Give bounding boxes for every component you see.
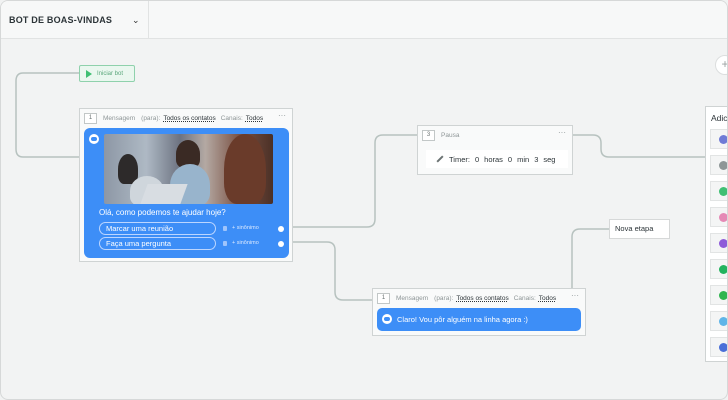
step-type: Mensagem [396, 294, 429, 302]
add-chat-bubble-item[interactable] [710, 337, 727, 357]
card-icon [719, 213, 727, 222]
channels-label: Canais: [220, 114, 243, 122]
step-number: 1 [84, 112, 97, 124]
pause-node[interactable]: 3 Pausa ··· Timer: 0 horas 0 min 3 seg [417, 125, 573, 175]
hours-value: 0 [474, 154, 480, 164]
message-node-header: 1 Mensagem (para): Todos os contatos Can… [373, 289, 585, 307]
to-label: (para): [434, 294, 454, 302]
question-text: Olá, como podemos te ajudar hoje? [99, 208, 226, 217]
edit-icon [719, 187, 727, 196]
bot-avatar-icon [382, 314, 392, 324]
step-type: Mensagem [103, 114, 136, 122]
channels-label: Canais: [513, 294, 536, 302]
output-handle[interactable] [278, 226, 284, 232]
reply-text: Claro! Vou pôr alguém na linha agora :) [397, 315, 528, 324]
to-label: (para): [141, 114, 161, 122]
option-button[interactable]: Faça uma pergunta [99, 237, 216, 250]
channels-link[interactable]: Todos [246, 115, 263, 122]
trash-icon[interactable] [223, 241, 227, 246]
add-step-panel: Adicionar [705, 106, 728, 362]
add-filter-item[interactable] [710, 233, 727, 253]
pencil-icon [436, 155, 444, 163]
message-type-icon [719, 135, 727, 144]
add-edit-item[interactable] [710, 181, 727, 201]
step-number: 3 [422, 129, 435, 141]
code-icon [719, 317, 727, 326]
add-card-item[interactable] [710, 207, 727, 227]
add-check-item[interactable] [710, 259, 727, 279]
add-synonym-link[interactable]: + sinônimo [232, 240, 259, 246]
connector-option2-to-message2 [293, 241, 372, 301]
connector-option1-to-pause [293, 134, 417, 228]
recipients-link[interactable]: Todos os contatos [456, 295, 508, 302]
bot-avatar-icon [89, 134, 99, 144]
start-bot-node[interactable]: Iniciar bot [79, 65, 135, 82]
option-button[interactable]: Marcar uma reunião [99, 222, 216, 235]
panel-title: Adicionar [711, 113, 728, 123]
new-step-node[interactable]: Nova etapa [609, 219, 670, 239]
timer-field[interactable]: Timer: 0 horas 0 min 3 seg [426, 150, 568, 168]
filter-icon [719, 239, 727, 248]
more-options-icon[interactable]: ··· [278, 111, 286, 120]
more-options-icon[interactable]: ··· [571, 291, 579, 300]
chat-bubble-icon [719, 343, 727, 352]
start-bot-label: Iniciar bot [97, 70, 124, 77]
message-node[interactable]: 1 Mensagem (para): Todos os contatos Can… [372, 288, 586, 336]
more-options-icon[interactable]: ··· [558, 128, 566, 137]
chat-icon [719, 161, 727, 170]
minutes-value: 0 [507, 154, 513, 164]
bot-builder-canvas[interactable]: BOT DE BOAS-VINDAS ⌄ + Iniciar bot 1 Men… [0, 0, 728, 400]
add-code-item[interactable] [710, 311, 727, 331]
add-play-item[interactable] [710, 285, 727, 305]
seconds-unit: seg [543, 154, 556, 164]
seconds-value: 3 [534, 154, 539, 164]
timer-label: Timer: [449, 154, 470, 164]
add-chat-item[interactable] [710, 155, 727, 175]
hours-unit: horas [484, 154, 503, 164]
play-icon [86, 69, 92, 78]
connector-message2-to-new-step [571, 228, 609, 288]
trash-icon[interactable] [223, 226, 227, 231]
connector-start-to-message [15, 72, 79, 158]
step-number: 1 [377, 292, 390, 304]
channels-link[interactable]: Todos [539, 295, 556, 302]
add-message-item[interactable] [710, 129, 727, 149]
output-handle[interactable] [278, 241, 284, 247]
message-image [104, 134, 273, 204]
pause-node-header: 3 Pausa [418, 126, 572, 144]
step-type: Pausa [441, 131, 460, 139]
message-node[interactable]: 1 Mensagem (para): Todos os contatos Can… [79, 108, 293, 262]
minutes-unit: min [517, 154, 530, 164]
add-synonym-link[interactable]: + sinônimo [232, 225, 259, 231]
recipients-link[interactable]: Todos os contatos [163, 115, 215, 122]
message-node-header: 1 Mensagem (para): Todos os contatos Can… [80, 109, 292, 127]
play-icon [719, 291, 727, 300]
check-icon [719, 265, 727, 274]
message-bubble[interactable]: Olá, como podemos te ajudar hoje? Marcar… [84, 128, 289, 258]
message-bubble[interactable]: Claro! Vou pôr alguém na linha agora :) [377, 308, 581, 331]
connector-pause-to-panel [573, 134, 705, 158]
